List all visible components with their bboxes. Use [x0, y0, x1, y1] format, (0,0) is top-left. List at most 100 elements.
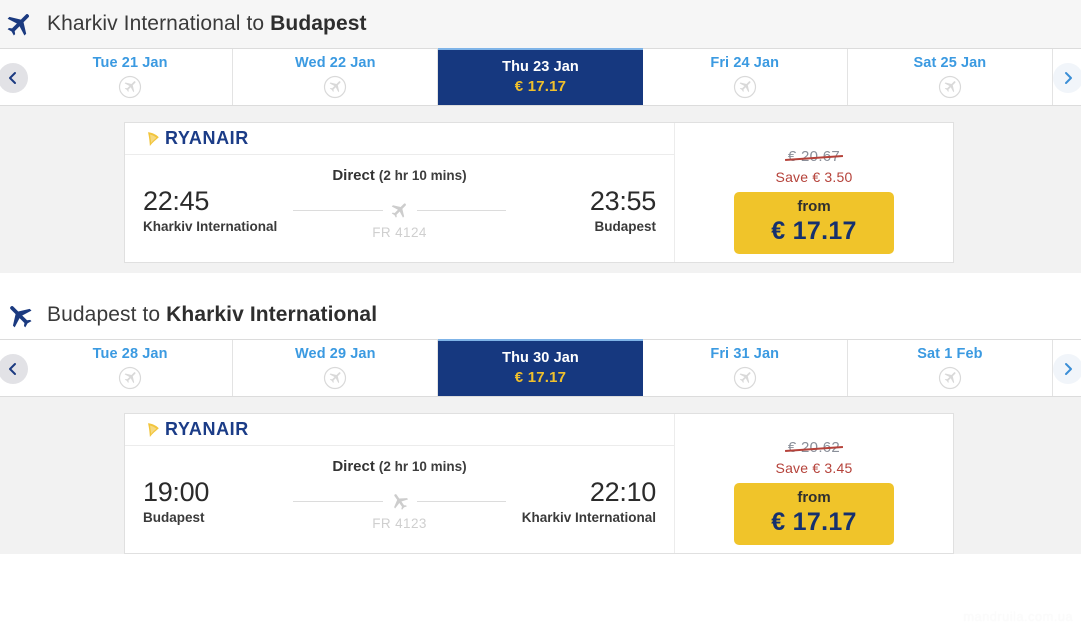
inbound-datestrip: Tue 28 Jan Wed 29 Jan Thu 30 Jan € 17.17… — [0, 339, 1081, 397]
outbound-connector: to — [240, 12, 271, 35]
inbound-date-tab-4[interactable]: Sat 1 Feb — [847, 340, 1054, 396]
date-tab-day: Tue 28 Jan — [92, 345, 168, 362]
inbound-save-text: Save € 3.45 — [775, 460, 853, 476]
date-tab-day: Fri 31 Jan — [710, 345, 780, 362]
outbound-select-price-button[interactable]: from € 17.17 — [734, 192, 894, 254]
outbound-airline-bar: RYANAIR — [125, 123, 674, 155]
inbound-depart-time: 19:00 — [143, 477, 210, 507]
outbound-next-dates-button[interactable] — [1053, 63, 1081, 93]
date-tab-price: € 17.17 — [514, 78, 567, 95]
inbound-route-header: Budapest to Kharkiv International — [0, 291, 1081, 339]
outbound-flight-card[interactable]: RYANAIR Direct (2 hr 10 mins) 22:45 Khark… — [124, 122, 954, 263]
outbound-save-text: Save € 3.50 — [775, 169, 853, 185]
outbound-route-line: FR 4124 — [293, 186, 506, 240]
outbound-date-tab-1[interactable]: Wed 22 Jan — [233, 49, 439, 105]
outbound-flight-details: RYANAIR Direct (2 hr 10 mins) 22:45 Khark… — [125, 123, 675, 262]
outbound-flight-number: FR 4124 — [372, 225, 427, 240]
inbound-depart-airport: Budapest — [143, 510, 205, 526]
plane-circle-icon — [938, 75, 962, 98]
inbound-airline-bar: RYANAIR — [125, 414, 674, 446]
outbound-from-label: from — [797, 198, 831, 215]
plane-icon — [393, 494, 408, 510]
date-tab-day: Thu 23 Jan — [502, 59, 579, 75]
chevron-right-icon — [1065, 72, 1072, 84]
inbound-airline-name: RYANAIR — [165, 419, 249, 439]
outbound-depart-time: 22:45 — [143, 186, 210, 216]
plane-circle-icon — [733, 366, 756, 389]
date-tab-day: Wed 22 Jan — [295, 54, 376, 71]
outbound-leg: Direct (2 hr 10 mins) 22:45 Kharkiv Inter… — [125, 155, 674, 262]
route-line-left — [293, 500, 383, 502]
outbound-route-header: Kharkiv International to Budapest — [0, 0, 1081, 48]
route-line-left — [293, 209, 383, 211]
date-tab-day: Wed 29 Jan — [295, 345, 376, 362]
outbound-price: € 17.17 — [771, 216, 857, 245]
inbound-next-dates-button[interactable] — [1053, 354, 1081, 384]
chevron-left-icon — [9, 72, 16, 84]
outbound-depart-block: 22:45 Kharkiv International — [143, 186, 293, 234]
plane-circle-icon — [118, 366, 142, 389]
outbound-datestrip-wrap: Tue 21 Jan Wed 22 Jan Thu 23 Jan € 17.17… — [0, 48, 1081, 108]
chevron-right-icon — [1065, 363, 1072, 375]
route-line-right — [416, 209, 506, 211]
ryanair-harp-icon — [148, 422, 159, 437]
inbound-price: € 17.17 — [771, 507, 857, 536]
outbound-airline-name: RYANAIR — [165, 128, 249, 148]
outbound-card-spacer — [0, 263, 1081, 273]
inbound-select-price-button[interactable]: from € 17.17 — [734, 483, 894, 545]
plane-depart-icon — [7, 14, 29, 36]
outbound-arrive-airport: Budapest — [594, 219, 656, 235]
inbound-leg-row: 19:00 Budapest FR 4123 22:10 Kharkiv Int… — [143, 477, 656, 531]
date-tab-price: € 17.17 — [514, 369, 567, 386]
site-watermark: mandruila.com.ua — [963, 609, 1073, 624]
inbound-stops-row: Direct (2 hr 10 mins) — [143, 458, 656, 476]
inbound-arrive-block: 22:10 Kharkiv International — [506, 477, 657, 525]
ryanair-harp-icon — [148, 131, 159, 146]
date-tab-day: Sat 1 Feb — [917, 345, 983, 362]
outbound-date-tab-4[interactable]: Sat 25 Jan — [847, 49, 1054, 105]
date-tab-day: Sat 25 Jan — [913, 54, 987, 71]
outbound-arrive-time: 23:55 — [589, 186, 656, 216]
date-tab-day: Tue 21 Jan — [92, 54, 168, 71]
outbound-arrive-block: 23:55 Budapest — [506, 186, 656, 234]
inbound-stops: Direct — [332, 458, 375, 475]
inbound-duration: (2 hr 10 mins) — [378, 459, 467, 474]
inbound-title: Budapest to Kharkiv International — [47, 303, 377, 327]
outbound-date-tab-0[interactable]: Tue 21 Jan — [28, 49, 234, 105]
chevron-left-icon — [9, 363, 16, 375]
outbound-date-tab-3[interactable]: Fri 24 Jan — [642, 49, 848, 105]
plane-circle-icon — [324, 366, 347, 389]
date-tab-day: Thu 30 Jan — [502, 350, 579, 366]
inbound-date-tab-2[interactable]: Thu 30 Jan € 17.17 — [438, 339, 643, 396]
inbound-date-tab-0[interactable]: Tue 28 Jan — [28, 340, 234, 396]
outbound-stops-row: Direct (2 hr 10 mins) — [143, 167, 656, 185]
inbound-leg: Direct (2 hr 10 mins) 19:00 Budapest FR … — [125, 446, 674, 553]
outbound-datestrip: Tue 21 Jan Wed 22 Jan Thu 23 Jan € 17.17… — [0, 48, 1081, 106]
plane-icon — [391, 203, 406, 218]
outbound-card-area: RYANAIR Direct (2 hr 10 mins) 22:45 Khark… — [0, 108, 1081, 273]
plane-return-icon — [10, 306, 32, 328]
outbound-title: Kharkiv International to Budapest — [47, 12, 367, 36]
inbound-connector: to — [136, 303, 167, 326]
inbound-date-tab-3[interactable]: Fri 31 Jan — [642, 340, 848, 396]
inbound-card-area: RYANAIR Direct (2 hr 10 mins) 19:00 Budap… — [0, 399, 1081, 554]
outbound-leg-row: 22:45 Kharkiv International FR 4124 23:5… — [143, 186, 656, 240]
inbound-arrive-time: 22:10 — [589, 477, 656, 507]
outbound-route-line-inner — [293, 200, 506, 220]
plane-circle-icon — [733, 75, 756, 98]
inbound-depart-block: 19:00 Budapest — [143, 477, 293, 525]
outbound-date-tab-2[interactable]: Thu 23 Jan € 17.17 — [438, 48, 643, 105]
inbound-date-tab-1[interactable]: Wed 29 Jan — [233, 340, 439, 396]
outbound-pricing-panel: € 20.67 Save € 3.50 from € 17.17 — [675, 123, 953, 262]
inbound-flight-number: FR 4123 — [372, 516, 427, 531]
inbound-destination: Kharkiv International — [166, 303, 378, 326]
route-line-right — [416, 500, 506, 502]
inbound-pricing-panel: € 20.62 Save € 3.45 from € 17.17 — [675, 414, 953, 553]
inbound-from-label: from — [797, 489, 831, 506]
inbound-route-line-inner — [293, 491, 506, 511]
section-divider — [0, 273, 1081, 291]
inbound-old-price: € 20.62 — [787, 439, 841, 456]
outbound-old-price: € 20.67 — [787, 148, 841, 165]
inbound-flight-card[interactable]: RYANAIR Direct (2 hr 10 mins) 19:00 Budap… — [124, 413, 954, 554]
inbound-origin: Budapest — [47, 303, 137, 326]
